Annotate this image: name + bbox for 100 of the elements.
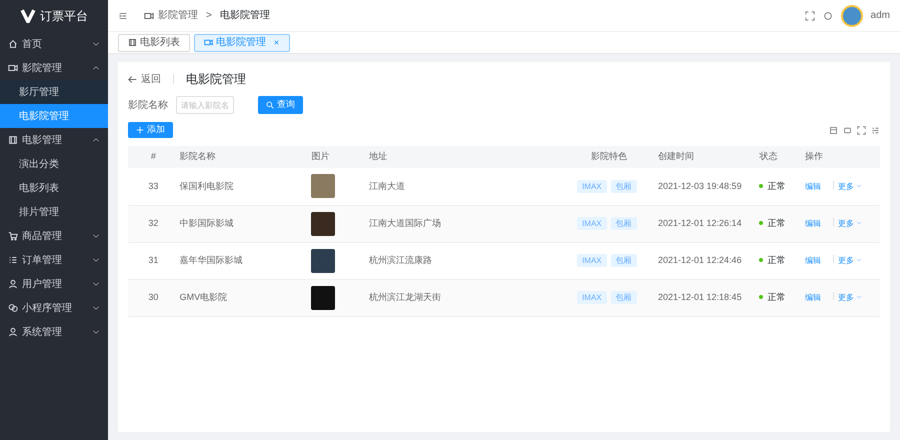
search-icon xyxy=(266,101,274,109)
menu-item[interactable]: 商品管理 xyxy=(0,224,108,248)
table-cell: 33 xyxy=(148,180,158,190)
status-text: 正常 xyxy=(767,218,786,228)
menu-item[interactable]: 电影管理 xyxy=(0,128,108,152)
edit-link[interactable]: 编辑 xyxy=(804,292,821,302)
tag: IMAX xyxy=(577,216,607,230)
photo-placeholder xyxy=(311,212,336,236)
video-camera-icon xyxy=(8,63,18,73)
table-cell: 杭州滨江流康路 xyxy=(369,254,432,265)
table-cell: 2021-12-01 12:26:14 xyxy=(658,218,742,228)
menu-fold-icon xyxy=(118,10,128,20)
chevron-down-icon xyxy=(92,280,100,288)
fullscreen-icon xyxy=(804,10,815,20)
more-link[interactable]: 更多 xyxy=(838,182,854,190)
table-cell: 2021-12-01 12:18:45 xyxy=(658,292,742,302)
chevron-down-icon xyxy=(856,183,862,190)
chevron-up-icon xyxy=(92,136,100,144)
list-icon xyxy=(8,255,18,265)
table-cell: 嘉年华国际影城 xyxy=(180,254,243,265)
tag: 包厢 xyxy=(610,216,637,230)
close-icon[interactable] xyxy=(273,39,280,46)
logo-icon xyxy=(20,9,36,23)
plus-icon xyxy=(136,126,144,134)
tag: 包厢 xyxy=(610,290,637,304)
film-icon xyxy=(128,38,137,47)
breadcrumb-item: 电影院管理 xyxy=(220,8,270,23)
user-icon xyxy=(8,279,18,289)
column-header: 地址 xyxy=(369,151,388,162)
submenu-item[interactable]: 电影列表 xyxy=(0,176,108,200)
search-field[interactable]: 请输入影院名 xyxy=(176,96,234,114)
chevron-down-icon xyxy=(856,294,862,300)
message-icon[interactable] xyxy=(843,126,852,134)
field-label: 影院名称 xyxy=(128,98,168,112)
column-header: 影院特色 xyxy=(590,151,627,162)
edit-link[interactable]: 编辑 xyxy=(804,256,821,265)
photo-placeholder xyxy=(311,286,336,310)
film-icon xyxy=(8,135,18,145)
cart-icon xyxy=(8,231,18,241)
column-header: 状态 xyxy=(759,151,778,162)
photo-placeholder xyxy=(311,174,336,198)
edit-link[interactable]: 编辑 xyxy=(804,218,821,228)
back-link[interactable]: 返回 xyxy=(128,72,161,86)
submenu-item[interactable]: 电影院管理 xyxy=(0,104,108,128)
fullscreen-icon[interactable] xyxy=(857,126,866,134)
avatar[interactable] xyxy=(840,4,863,26)
tag: IMAX xyxy=(577,180,607,192)
status-text: 正常 xyxy=(767,180,786,190)
column-header: # xyxy=(150,151,156,162)
columns-icon[interactable] xyxy=(871,126,880,134)
search-button[interactable]: 查询 xyxy=(258,96,303,114)
tag: 包厢 xyxy=(610,254,637,267)
chevron-down-icon xyxy=(92,232,100,240)
chevron-down-icon xyxy=(92,256,100,264)
tab[interactable]: 电影列表 xyxy=(118,34,190,52)
chevron-down-icon xyxy=(856,220,862,226)
menu-item[interactable]: 小程序管理 xyxy=(0,296,108,320)
menu-item[interactable]: 系统管理 xyxy=(0,320,108,344)
table-cell: 2021-12-01 12:24:46 xyxy=(658,254,742,265)
menu-item[interactable]: 用户管理 xyxy=(0,272,108,296)
tag: IMAX xyxy=(577,290,607,304)
menu-item[interactable]: 影院管理 xyxy=(0,56,108,80)
submenu-item[interactable]: 演出分类 xyxy=(0,152,108,176)
more-link[interactable]: 更多 xyxy=(838,292,854,302)
calendar-icon[interactable] xyxy=(829,126,838,134)
column-header: 操作 xyxy=(804,151,823,162)
edit-link[interactable]: 编辑 xyxy=(804,182,821,190)
user-name[interactable]: adm xyxy=(870,8,890,23)
arrow-left-icon xyxy=(128,74,137,84)
status-text: 正常 xyxy=(767,292,786,302)
column-header: 图片 xyxy=(311,151,330,162)
column-header: 影院名称 xyxy=(180,151,216,162)
more-link[interactable]: 更多 xyxy=(838,218,854,228)
add-button[interactable]: 添加 xyxy=(128,122,173,138)
menu-item[interactable]: 订单管理 xyxy=(0,248,108,272)
table-cell: 30 xyxy=(148,292,158,302)
table-cell: 杭州滨江龙湖天街 xyxy=(369,292,442,302)
tag: 包厢 xyxy=(610,180,637,192)
chevron-up-icon xyxy=(92,64,100,72)
table-cell: 中影国际影城 xyxy=(180,218,234,228)
status-text: 正常 xyxy=(767,254,786,265)
table-cell: 江南大道 xyxy=(369,180,406,190)
settings-icon xyxy=(822,10,833,20)
tag: IMAX xyxy=(577,254,607,267)
chat-icon xyxy=(8,303,18,313)
breadcrumb-item[interactable]: 影院管理 xyxy=(158,8,198,23)
more-link[interactable]: 更多 xyxy=(838,256,854,265)
table-cell: GMV电影院 xyxy=(180,292,228,302)
submenu-item[interactable]: 排片管理 xyxy=(0,200,108,224)
video-camera-icon xyxy=(144,10,154,20)
table-cell: 32 xyxy=(148,218,158,228)
chevron-down-icon xyxy=(856,257,862,264)
submenu-item[interactable]: 影厅管理 xyxy=(0,80,108,104)
video-camera-icon xyxy=(204,38,213,47)
chevron-down-icon xyxy=(92,40,100,48)
chevron-down-icon xyxy=(92,328,100,336)
menu-item[interactable]: 首页 xyxy=(0,32,108,56)
page-title: 电影院管理 xyxy=(186,71,246,88)
table-cell: 保国利电影院 xyxy=(180,180,234,190)
photo-placeholder xyxy=(311,248,336,272)
